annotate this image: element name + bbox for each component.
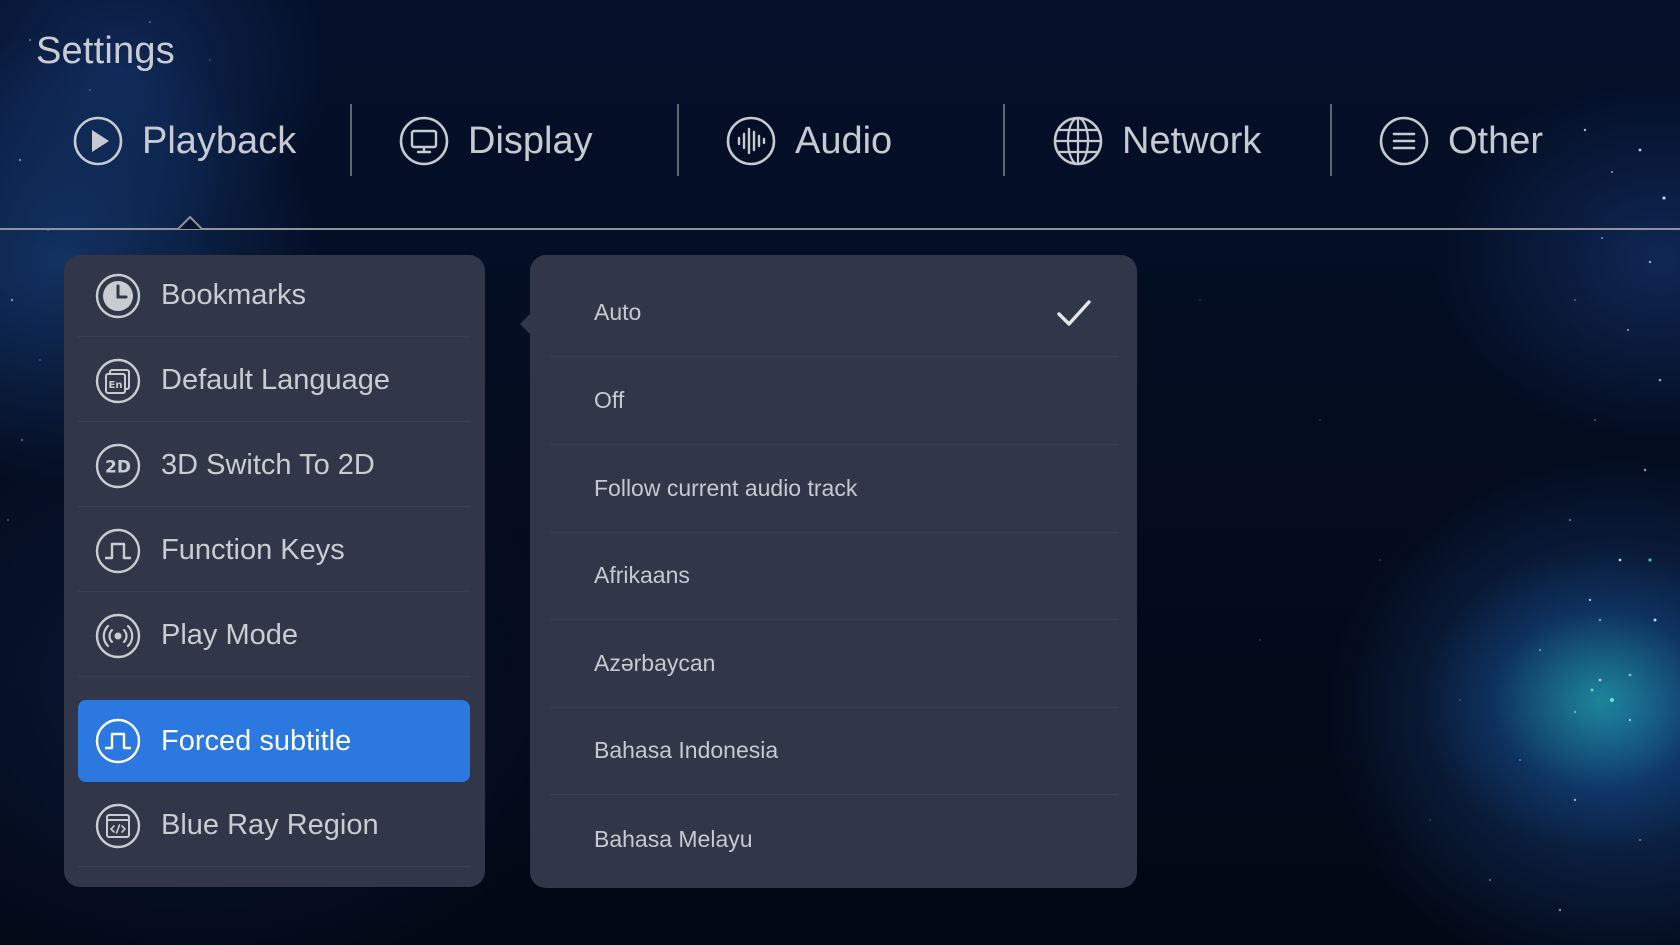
option-label: Bahasa Melayu [594, 825, 753, 852]
pulse-icon [94, 717, 142, 765]
tab-divider [677, 104, 679, 176]
settings-screen: Settings Playback Display Audio Network … [0, 0, 1680, 945]
selected-tab-caret [178, 216, 202, 230]
option-label: Follow current audio track [594, 475, 858, 501]
menu-item-label: Default Language [161, 364, 390, 396]
menu-item-label: Function Keys [161, 534, 345, 566]
option-bahasa-melayu[interactable]: Bahasa Melayu [550, 795, 1118, 883]
menu-item-blue-ray-region[interactable]: Blue Ray Region [78, 785, 470, 867]
page-title: Settings [36, 30, 175, 72]
globe-icon [1052, 115, 1104, 167]
svg-text:En: En [109, 380, 123, 391]
pulse-icon [94, 527, 142, 575]
tab-playback[interactable]: Playback [0, 100, 326, 182]
option-bahasa-indonesia[interactable]: Bahasa Indonesia [550, 707, 1118, 795]
tab-divider [1330, 104, 1332, 176]
option-azerbaycan[interactable]: Azərbaycan [550, 620, 1118, 708]
option-label: Auto [594, 299, 642, 325]
tab-underline [0, 228, 1680, 230]
menu-item-label: Forced subtitle [161, 724, 352, 757]
tab-other[interactable]: Other [1306, 100, 1632, 182]
tab-label: Other [1448, 119, 1544, 162]
menu-item-label: 3D Switch To 2D [161, 449, 375, 481]
menu-item-bookmarks[interactable]: Bookmarks [78, 255, 470, 337]
menu-item-default-language[interactable]: En Default Language [78, 340, 470, 422]
option-off[interactable]: Off [550, 357, 1118, 445]
menu-item-label: Bookmarks [161, 279, 307, 311]
tab-label: Playback [142, 119, 297, 162]
menu-item-forced-subtitle[interactable]: Forced subtitle [78, 700, 470, 782]
tab-display[interactable]: Display [326, 100, 652, 182]
tab-label: Audio [795, 119, 893, 162]
checkmark-icon [1057, 300, 1091, 326]
playback-settings-menu: Bookmarks En Default Language 2D 3D Swit [64, 255, 485, 887]
tab-network[interactable]: Network [980, 100, 1306, 182]
menu-item-label: Play Mode [161, 619, 299, 651]
option-auto[interactable]: Auto [550, 269, 1118, 357]
menu-item-play-mode[interactable]: Play Mode [78, 595, 470, 677]
option-label: Afrikaans [594, 562, 690, 588]
broadcast-icon [94, 612, 142, 660]
clock-icon [94, 272, 142, 320]
option-label: Bahasa Indonesia [594, 737, 779, 763]
option-label: Off [594, 387, 625, 413]
tab-label: Network [1122, 119, 1262, 162]
option-afrikaans[interactable]: Afrikaans [550, 532, 1118, 620]
forced-subtitle-options: Auto Off Follow current audio track Afri… [530, 255, 1137, 888]
option-follow-audio-track[interactable]: Follow current audio track [550, 445, 1118, 533]
waveform-icon [725, 115, 777, 167]
option-label: Azərbaycan [594, 650, 716, 676]
svg-text:2D: 2D [105, 457, 131, 477]
menu-item-3d-switch[interactable]: 2D 3D Switch To 2D [78, 425, 470, 507]
2d-icon: 2D [94, 442, 142, 490]
list-icon [1378, 115, 1430, 167]
monitor-icon [398, 115, 450, 167]
language-icon: En [94, 357, 142, 405]
tab-label: Display [468, 119, 593, 162]
menu-item-label: Blue Ray Region [161, 809, 379, 841]
tab-divider [1003, 104, 1005, 176]
code-window-icon [94, 802, 142, 850]
menu-item-function-keys[interactable]: Function Keys [78, 510, 470, 592]
play-circle-icon [72, 115, 124, 167]
tab-audio[interactable]: Audio [653, 100, 979, 182]
category-tabs: Playback Display Audio Network Other [0, 100, 1680, 182]
tab-divider [350, 104, 352, 176]
